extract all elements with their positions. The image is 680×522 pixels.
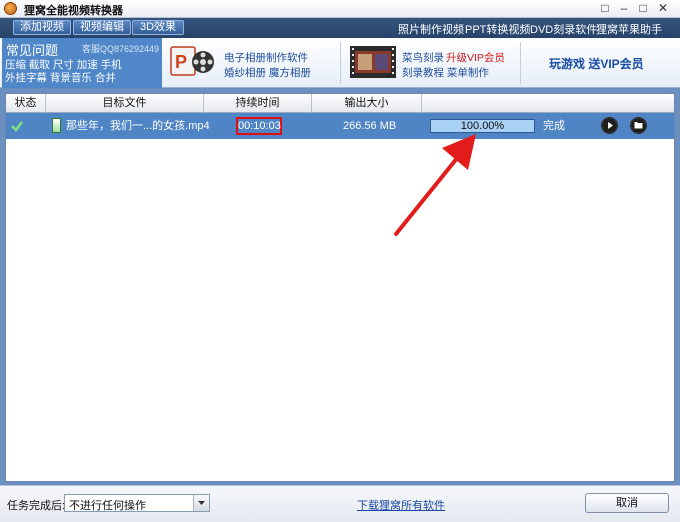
after-task-label: 任务完成后: xyxy=(7,500,66,512)
restore-small-icon[interactable]: □ xyxy=(598,1,612,15)
edit-video-button[interactable]: 视频编辑 xyxy=(73,20,131,35)
target-file-name: 那些年，我们一...的女孩.mp4 xyxy=(66,120,210,132)
open-folder-button[interactable] xyxy=(630,117,647,134)
status-bar: 任务完成后: 不进行任何操作 下载狸窝所有软件 取消 xyxy=(0,485,680,522)
table-header: 状态 目标文件 持续时间 输出大小 xyxy=(6,94,674,113)
faq-panel: 常见问题 客服QQ876292449 压缩 截取 尺寸 加速 手机 外挂字幕 背… xyxy=(2,38,162,88)
col-progress xyxy=(422,94,674,113)
burn-tutorial-link[interactable]: 刻录教程 菜单制作 xyxy=(402,65,489,80)
wedding-album-link[interactable]: 婚纱相册 魔方相册 xyxy=(224,65,311,80)
svg-text:P: P xyxy=(175,52,187,72)
toolbar: 添加视频 视频编辑 3D效果 照片制作视频 PPT转换视频 DVD刻录软件 狸窝… xyxy=(0,18,680,38)
dvd-burn-link[interactable]: DVD刻录软件 xyxy=(530,21,597,37)
minimize-button[interactable]: – xyxy=(617,1,631,15)
beginner-burn-link[interactable]: 菜鸟刻录 xyxy=(402,50,444,65)
status-text: 完成 xyxy=(543,120,565,132)
chevron-down-icon xyxy=(198,501,205,505)
col-duration[interactable]: 持续时间 xyxy=(204,94,312,113)
col-output-size[interactable]: 输出大小 xyxy=(312,94,422,113)
upgrade-vip-link[interactable]: 升级VIP会员 xyxy=(446,50,505,65)
play-games-vip-link[interactable]: 玩游戏 送VIP会员 xyxy=(549,55,644,72)
ppt-film-icon[interactable]: P xyxy=(170,44,216,80)
table-row[interactable]: 那些年，我们一...的女孩.mp4 00:10:03 266.56 MB 100… xyxy=(6,113,674,139)
add-video-button[interactable]: 添加视频 xyxy=(13,20,71,35)
folder-icon xyxy=(631,118,646,133)
maximize-button[interactable]: □ xyxy=(636,1,650,15)
play-icon xyxy=(602,118,617,133)
col-status[interactable]: 状态 xyxy=(6,94,46,113)
photo-video-link[interactable]: 照片制作视频 xyxy=(398,21,464,37)
check-icon xyxy=(11,121,23,132)
support-qq: 客服QQ876292449 xyxy=(82,44,160,54)
play-button[interactable] xyxy=(601,117,618,134)
video-file-icon xyxy=(52,118,61,133)
after-task-select[interactable]: 不进行任何操作 xyxy=(64,494,210,512)
banner-divider xyxy=(340,42,341,84)
cancel-button[interactable]: 取消 xyxy=(585,493,669,513)
title-bar: 狸窝全能视频转换器 □ – □ ✕ xyxy=(0,0,680,18)
after-task-value: 不进行任何操作 xyxy=(69,500,146,512)
col-target-file[interactable]: 目标文件 xyxy=(46,94,204,113)
task-list: 状态 目标文件 持续时间 输出大小 那些年，我们一...的女孩.mp4 00:1… xyxy=(5,93,675,482)
promo-banner: 常见问题 客服QQ876292449 压缩 截取 尺寸 加速 手机 外挂字幕 背… xyxy=(0,38,680,88)
ppt-video-link[interactable]: PPT转换视频 xyxy=(465,21,530,37)
window-title: 狸窝全能视频转换器 xyxy=(24,5,123,17)
photo-album-software-link[interactable]: 电子相册制作软件 xyxy=(224,50,308,65)
close-button[interactable]: ✕ xyxy=(656,1,670,15)
annotation-arrow-icon xyxy=(394,134,476,236)
filmstrip-icon[interactable] xyxy=(350,46,396,78)
download-all-software-link[interactable]: 下载狸窝所有软件 xyxy=(357,497,445,513)
3d-effect-button[interactable]: 3D效果 xyxy=(132,20,184,35)
faq-topics-line2[interactable]: 外挂字幕 背景音乐 合并 xyxy=(5,70,116,85)
apple-helper-link[interactable]: 狸窝苹果助手 xyxy=(596,21,662,37)
duration-value: 00:10:03 xyxy=(236,117,282,135)
app-logo-icon xyxy=(4,2,17,15)
select-dropdown-button[interactable] xyxy=(193,495,209,511)
banner-divider xyxy=(520,42,521,84)
